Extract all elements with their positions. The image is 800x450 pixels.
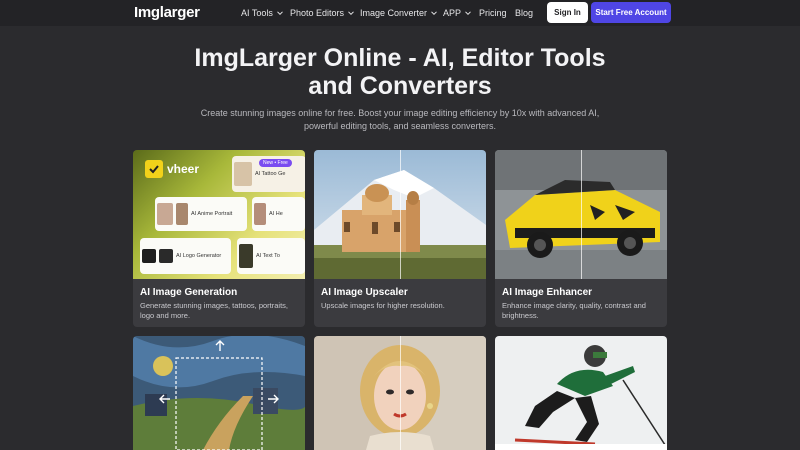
arrow-up-icon[interactable] bbox=[215, 340, 225, 352]
arrow-left-icon[interactable] bbox=[159, 394, 171, 404]
tile-ai-logo-generator: AI Logo Generator bbox=[140, 238, 231, 274]
tile-ai-headshot: AI He bbox=[252, 197, 305, 231]
page-subtitle: Create stunning images online for free. … bbox=[190, 107, 610, 133]
tile-thumb bbox=[239, 244, 253, 268]
card-description: Upscale images for higher resolution. bbox=[321, 301, 445, 310]
card-ai-image-generation-image: vheer AI Tattoo Ge New • Free AI Anime P… bbox=[133, 150, 305, 279]
skier-preview bbox=[495, 336, 667, 450]
tile-ai-logo-generator-label: AI Logo Generator bbox=[176, 253, 222, 259]
card-ai-image-generation[interactable]: vheer AI Tattoo Ge New • Free AI Anime P… bbox=[133, 150, 305, 327]
arrow-right-icon[interactable] bbox=[267, 394, 279, 404]
card-portrait-enhance[interactable] bbox=[314, 336, 486, 450]
page-title: ImgLarger Online - AI, Editor Tools and … bbox=[150, 44, 650, 100]
page-title-line-1: ImgLarger Online - AI, Editor Tools bbox=[194, 44, 606, 72]
extender-preview bbox=[133, 336, 305, 450]
tile-ai-anime-portrait: AI Anime Portrait bbox=[155, 197, 247, 231]
tile-thumb bbox=[142, 249, 156, 263]
nav-image-converter[interactable]: Image Converter bbox=[360, 8, 438, 18]
tile-ai-text-to-label: AI Text To bbox=[256, 253, 280, 259]
card-title: AI Image Enhancer bbox=[502, 287, 593, 298]
nav-pricing[interactable]: Pricing bbox=[479, 8, 507, 18]
card-title: AI Image Generation bbox=[140, 287, 238, 298]
nav-blog-label: Blog bbox=[515, 8, 534, 18]
comparison-divider[interactable] bbox=[581, 150, 582, 279]
nav-ai-tools[interactable]: AI Tools bbox=[241, 8, 284, 18]
tile-ai-headshot-label: AI He bbox=[269, 211, 283, 217]
tile-thumb bbox=[176, 203, 188, 225]
page-title-line-2: and Converters bbox=[308, 72, 492, 100]
tile-ai-text-to: AI Text To bbox=[237, 238, 305, 274]
nav-ai-tools-label: AI Tools bbox=[241, 8, 273, 18]
chevron-down-icon bbox=[431, 11, 437, 16]
sign-in-button[interactable]: Sign In bbox=[547, 2, 588, 23]
nav-app[interactable]: APP bbox=[443, 8, 472, 18]
card-ai-image-enhancer[interactable]: AI Image Enhancer Enhance image clarity,… bbox=[495, 150, 667, 327]
chevron-down-icon bbox=[277, 11, 283, 16]
comparison-divider[interactable] bbox=[400, 150, 401, 279]
tile-ai-tattoo-label: AI Tattoo Ge bbox=[255, 171, 286, 177]
card-description: Enhance image clarity, quality, contrast… bbox=[502, 301, 646, 320]
nav-photo-editors-label: Photo Editors bbox=[290, 8, 345, 18]
nav-app-label: APP bbox=[443, 8, 462, 18]
vheer-logo-icon bbox=[145, 160, 163, 178]
logo[interactable]: Imglarger bbox=[134, 4, 200, 21]
page-subtitle-line-1: Create stunning images online for free. … bbox=[200, 108, 600, 118]
tile-thumb bbox=[254, 203, 266, 225]
start-free-account-button[interactable]: Start Free Account bbox=[591, 2, 671, 23]
page-subtitle-line-2: powerful editing tools, and seamless con… bbox=[303, 121, 497, 131]
card-background-remover[interactable] bbox=[495, 336, 667, 450]
comparison-divider[interactable] bbox=[400, 336, 401, 450]
card-ai-image-extender[interactable] bbox=[133, 336, 305, 450]
nav-blog[interactable]: Blog bbox=[515, 8, 533, 18]
nav-photo-editors[interactable]: Photo Editors bbox=[290, 8, 355, 18]
new-free-badge: New • Free bbox=[259, 159, 292, 167]
chevron-down-icon bbox=[465, 11, 471, 16]
top-navbar: Imglarger AI Tools Photo Editors Image C… bbox=[0, 0, 800, 26]
tile-thumb bbox=[234, 162, 252, 186]
card-title: AI Image Upscaler bbox=[321, 287, 408, 298]
nav-pricing-label: Pricing bbox=[479, 8, 507, 18]
card-ai-image-upscaler-image bbox=[314, 150, 486, 279]
card-description: Generate stunning images, tattoos, portr… bbox=[140, 301, 288, 320]
vheer-brand: vheer bbox=[167, 162, 200, 176]
card-ai-image-enhancer-image bbox=[495, 150, 667, 279]
tile-ai-anime-portrait-label: AI Anime Portrait bbox=[191, 211, 233, 217]
tile-thumb bbox=[159, 249, 173, 263]
tile-thumb bbox=[157, 203, 173, 225]
nav-image-converter-label: Image Converter bbox=[360, 8, 428, 18]
card-ai-image-upscaler[interactable]: AI Image Upscaler Upscale images for hig… bbox=[314, 150, 486, 327]
chevron-down-icon bbox=[348, 11, 354, 16]
